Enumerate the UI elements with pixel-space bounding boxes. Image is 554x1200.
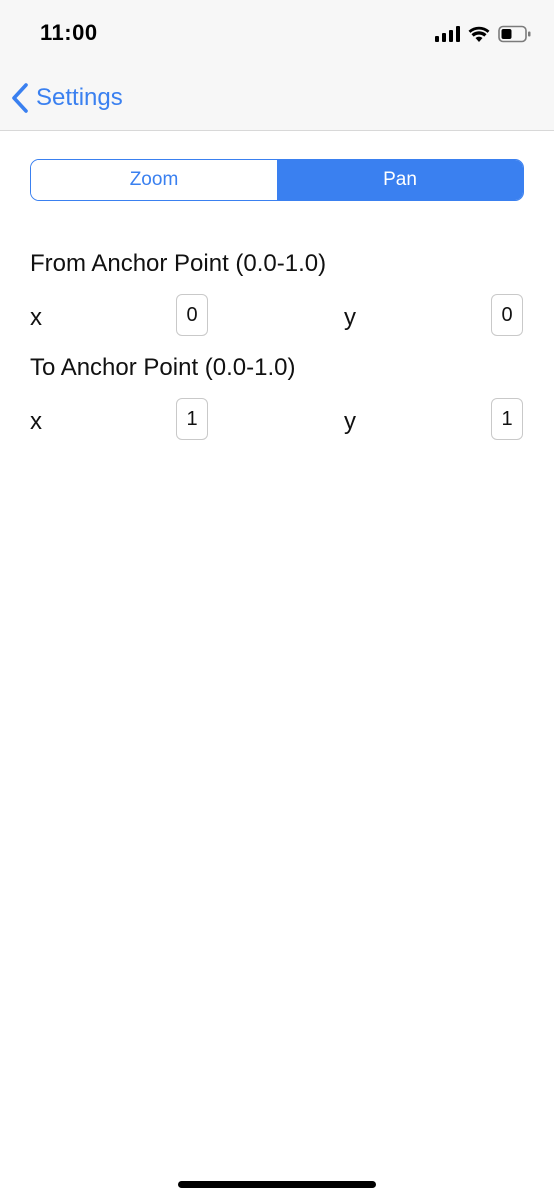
to-anchor-title: To Anchor Point (0.0-1.0) — [30, 354, 296, 381]
status-icons — [435, 22, 532, 46]
from-anchor-title: From Anchor Point (0.0-1.0) — [30, 250, 327, 277]
signal-icon — [435, 26, 460, 42]
segment-pan[interactable]: Pan — [277, 160, 523, 200]
to-y-field[interactable]: 1 — [491, 398, 523, 440]
navigation-bar: Settings — [0, 66, 554, 131]
to-x-label: x — [30, 408, 42, 435]
chevron-left-icon — [10, 82, 30, 114]
mode-segmented-control: Zoom Pan — [30, 159, 524, 201]
to-y-label: y — [344, 408, 356, 435]
status-time: 11:00 — [40, 20, 98, 45]
battery-icon — [498, 25, 532, 43]
wifi-icon — [468, 25, 490, 43]
from-y-label: y — [344, 304, 356, 331]
status-bar: 11:00 — [0, 0, 554, 66]
from-x-label: x — [30, 304, 42, 331]
from-y-field[interactable]: 0 — [491, 294, 523, 336]
screen: 11:00 Settings Zoom Pan From Anchor Poin… — [0, 0, 554, 1200]
back-button-label: Settings — [36, 84, 123, 111]
home-indicator[interactable] — [178, 1181, 376, 1188]
to-x-field[interactable]: 1 — [176, 398, 208, 440]
from-x-field[interactable]: 0 — [176, 294, 208, 336]
segment-zoom[interactable]: Zoom — [31, 160, 277, 200]
back-button[interactable]: Settings — [10, 80, 123, 116]
